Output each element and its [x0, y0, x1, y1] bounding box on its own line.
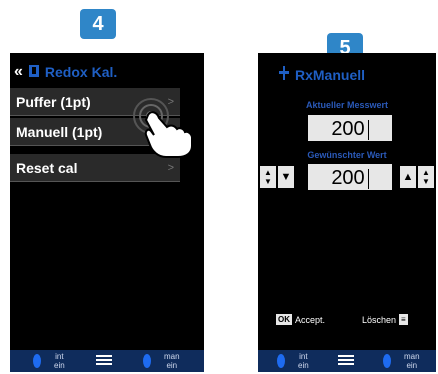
menu-item-label: Puffer (1pt) [16, 93, 91, 110]
bottom-status-left: int ein [54, 352, 65, 370]
desired-value: 200 [331, 167, 365, 189]
menu-item-label: Reset cal [16, 159, 78, 176]
screen-title: RxManuell [295, 66, 366, 83]
screen-title: Redox Kal. [44, 64, 118, 80]
probe-icon [278, 66, 290, 83]
bottom-status-right: man ein [404, 352, 420, 370]
increment-button[interactable]: ▲ [400, 166, 416, 188]
ok-badge: OK [276, 314, 292, 325]
bottom-status-left: int ein [298, 352, 309, 370]
clear-icon: ≡ [399, 314, 408, 325]
screen-title-bar: RxManuell [278, 66, 365, 83]
screen-title-bar: « Redox Kal. [14, 63, 117, 81]
decrement-button[interactable]: ▼ [278, 166, 294, 188]
list-icon[interactable] [338, 355, 354, 365]
list-icon[interactable] [96, 355, 112, 365]
fast-decrement-button[interactable]: ▲ ▼ [260, 166, 276, 188]
desired-value-label: Gewünschter Wert [307, 150, 387, 160]
menu-item-label: Manuell (1pt) [16, 123, 103, 140]
back-icon[interactable]: « [14, 63, 23, 81]
screen-rx-manual-calibration: RxManuell Aktueller Messwert 200 Gewünsc… [258, 53, 436, 372]
accept-button[interactable]: OK Accept. [276, 314, 325, 325]
tap-gesture-icon [128, 95, 200, 166]
probe-icon [382, 353, 392, 374]
bottom-bar: int ein man ein [10, 350, 204, 372]
delete-label: Löschen [362, 314, 397, 325]
probe-icon [142, 353, 152, 374]
probe-icon [32, 353, 42, 374]
bottom-bar: int ein man ein [258, 350, 436, 372]
screen-redox-calibration-menu: « Redox Kal. Puffer (1pt) > Manuell (1pt… [10, 53, 204, 372]
current-value: 200 [331, 118, 365, 140]
current-value-display: 200 [308, 115, 392, 141]
accept-label: Accept. [295, 314, 326, 325]
bottom-status-right: man ein [164, 352, 180, 370]
fast-increment-button[interactable]: ▲ ▼ [418, 166, 434, 188]
step-badge-4: 4 [80, 9, 116, 39]
probe-icon [276, 353, 286, 374]
desired-value-input[interactable]: 200 [308, 164, 392, 190]
current-value-label: Aktueller Messwert [305, 100, 389, 110]
delete-button[interactable]: Löschen ≡ [362, 314, 408, 325]
probe-icon [28, 64, 40, 81]
